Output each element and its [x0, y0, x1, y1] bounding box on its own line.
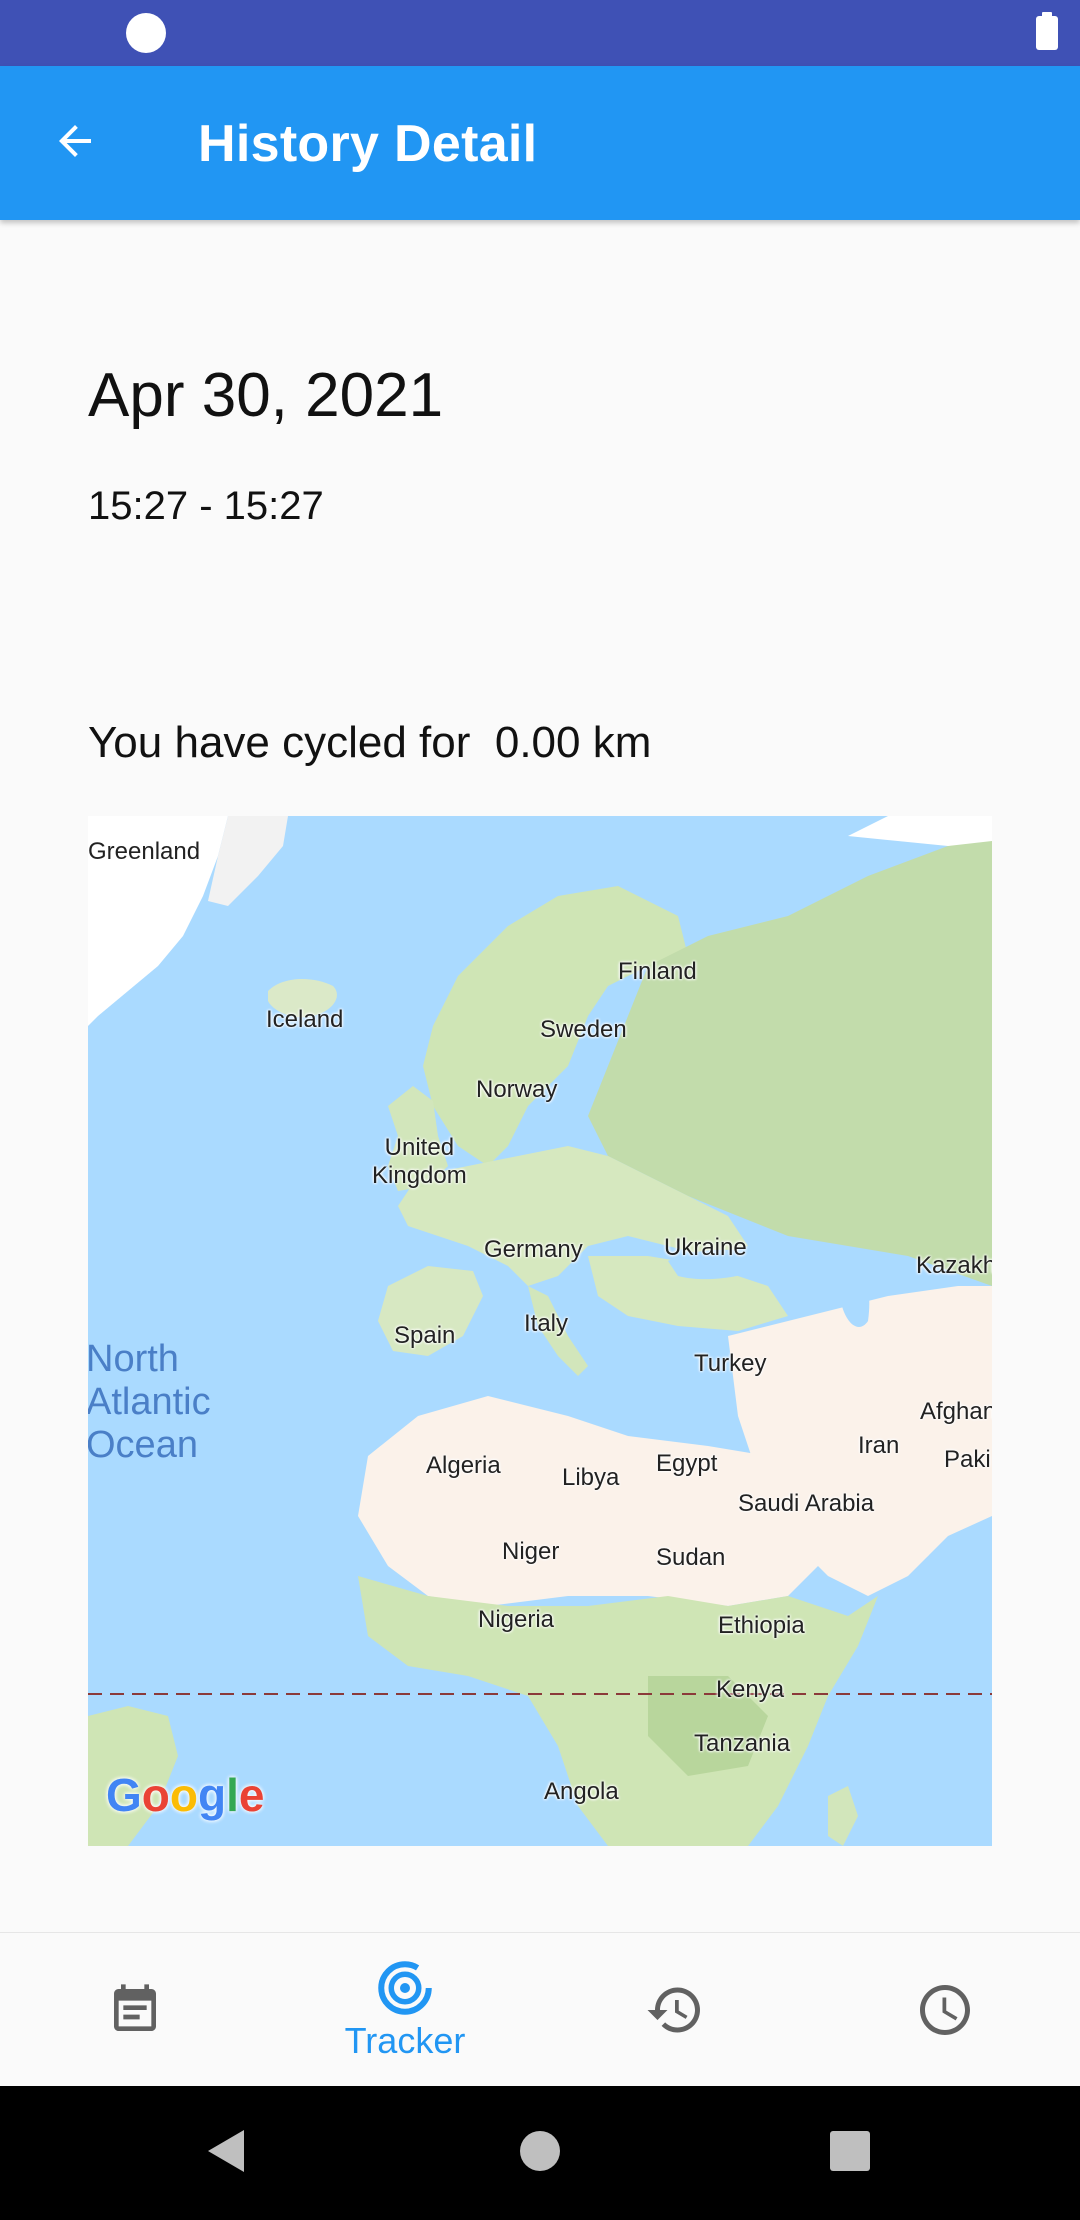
map-label-greenland: Greenland [88, 838, 201, 865]
nav-label-tracker: Tracker [344, 2020, 466, 2061]
map-label-germany: Germany [484, 1236, 583, 1263]
history-date: Apr 30, 2021 [88, 361, 444, 430]
map-label-kenya: Kenya [716, 1676, 785, 1703]
map-label-sweden: Sweden [540, 1016, 627, 1043]
battery-icon [1036, 12, 1058, 50]
home-circle-icon[interactable] [518, 2126, 562, 2176]
map-label-egypt: Egypt [656, 1450, 718, 1477]
history-icon [647, 1987, 700, 2033]
map-label-saudi-arabia: Saudi Arabia [738, 1490, 875, 1517]
calendar-note-icon [114, 1984, 156, 2031]
map-label-turkey: Turkey [694, 1350, 767, 1377]
google-logo: Google [106, 1769, 265, 1821]
clock-icon [920, 1985, 970, 2035]
back-triangle-icon[interactable] [204, 2126, 248, 2176]
arrow-back-icon [59, 125, 91, 157]
map-label-italy: Italy [524, 1310, 569, 1337]
map-label-niger: Niger [502, 1538, 560, 1565]
time-range: 15:27 - 15:27 [88, 484, 324, 528]
map-label-ethiopia: Ethiopia [718, 1612, 805, 1639]
map-label-paki: Paki [944, 1446, 991, 1473]
map-label-spain: Spain [394, 1322, 456, 1349]
map-label-norway: Norway [476, 1076, 558, 1103]
map-label-ukraine: Ukraine [664, 1234, 747, 1261]
nav-item-calendar[interactable] [0, 1933, 270, 2087]
map-label-north-atlantic-ocean: North Atlantic Ocean [88, 1338, 211, 1466]
back-button[interactable] [40, 106, 110, 176]
map-label-algeria: Algeria [426, 1452, 501, 1479]
map-label-iceland: Iceland [266, 1006, 344, 1033]
page-title: History Detail [198, 115, 538, 173]
map-view[interactable]: Greenland Iceland Finland Sweden Norway … [88, 816, 992, 1846]
bottom-navigation: Tracker [0, 1932, 1080, 2087]
recents-square-icon[interactable] [828, 2126, 872, 2176]
map-label-libya: Libya [562, 1464, 620, 1491]
tracker-radar-icon [378, 1961, 432, 2015]
map-label-kazakh: Kazakh [916, 1252, 992, 1279]
map-label-united-kingdom: United Kingdom [372, 1134, 467, 1189]
map-label-finland: Finland [618, 958, 697, 985]
nav-item-tracker[interactable]: Tracker [270, 1933, 540, 2087]
map-label-iran: Iran [858, 1432, 900, 1459]
map-label-sudan: Sudan [656, 1544, 726, 1571]
map-label-nigeria: Nigeria [478, 1606, 555, 1633]
nav-item-clock[interactable] [810, 1933, 1080, 2087]
map-label-afghan: Afghan [920, 1398, 992, 1425]
nav-item-history[interactable] [540, 1933, 810, 2087]
system-navigation-bar [0, 2086, 1080, 2220]
map-label-tanzania: Tanzania [694, 1730, 791, 1757]
map-label-angola: Angola [544, 1778, 619, 1805]
status-bar [0, 0, 1080, 66]
distance-summary: You have cycled for 0.00 km [88, 718, 652, 767]
app-bar: History Detail [0, 66, 1080, 220]
notification-dot-icon [126, 13, 166, 53]
